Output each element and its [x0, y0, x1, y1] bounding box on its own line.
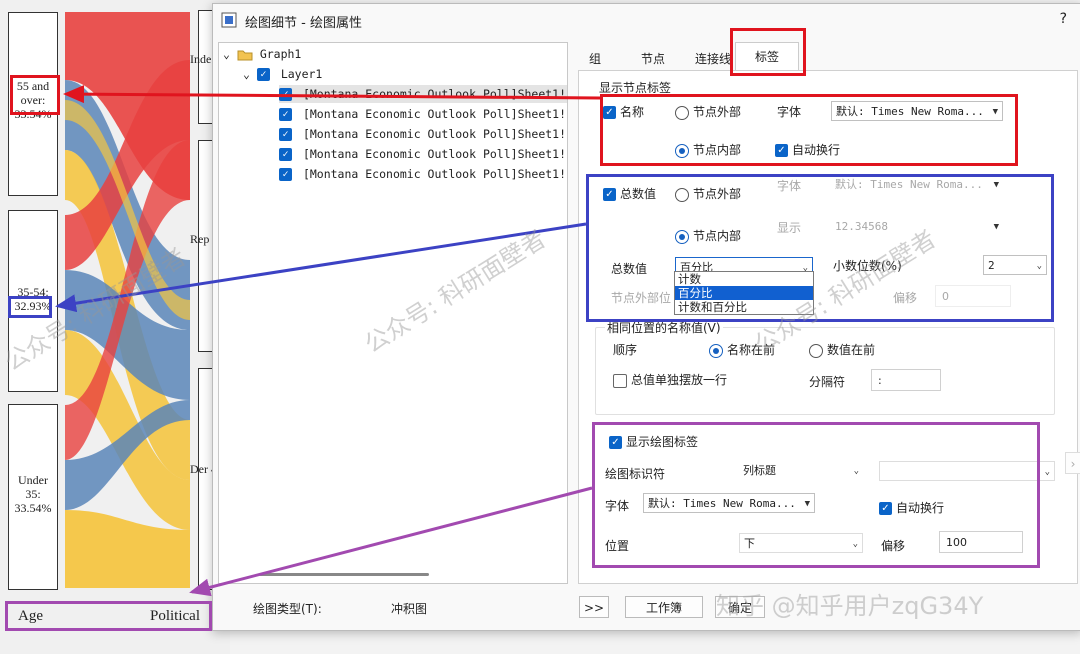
blue-arrow [55, 222, 587, 313]
annotation-arrows [55, 85, 601, 597]
purple-arrow [189, 486, 593, 597]
red-arrow [63, 85, 601, 104]
